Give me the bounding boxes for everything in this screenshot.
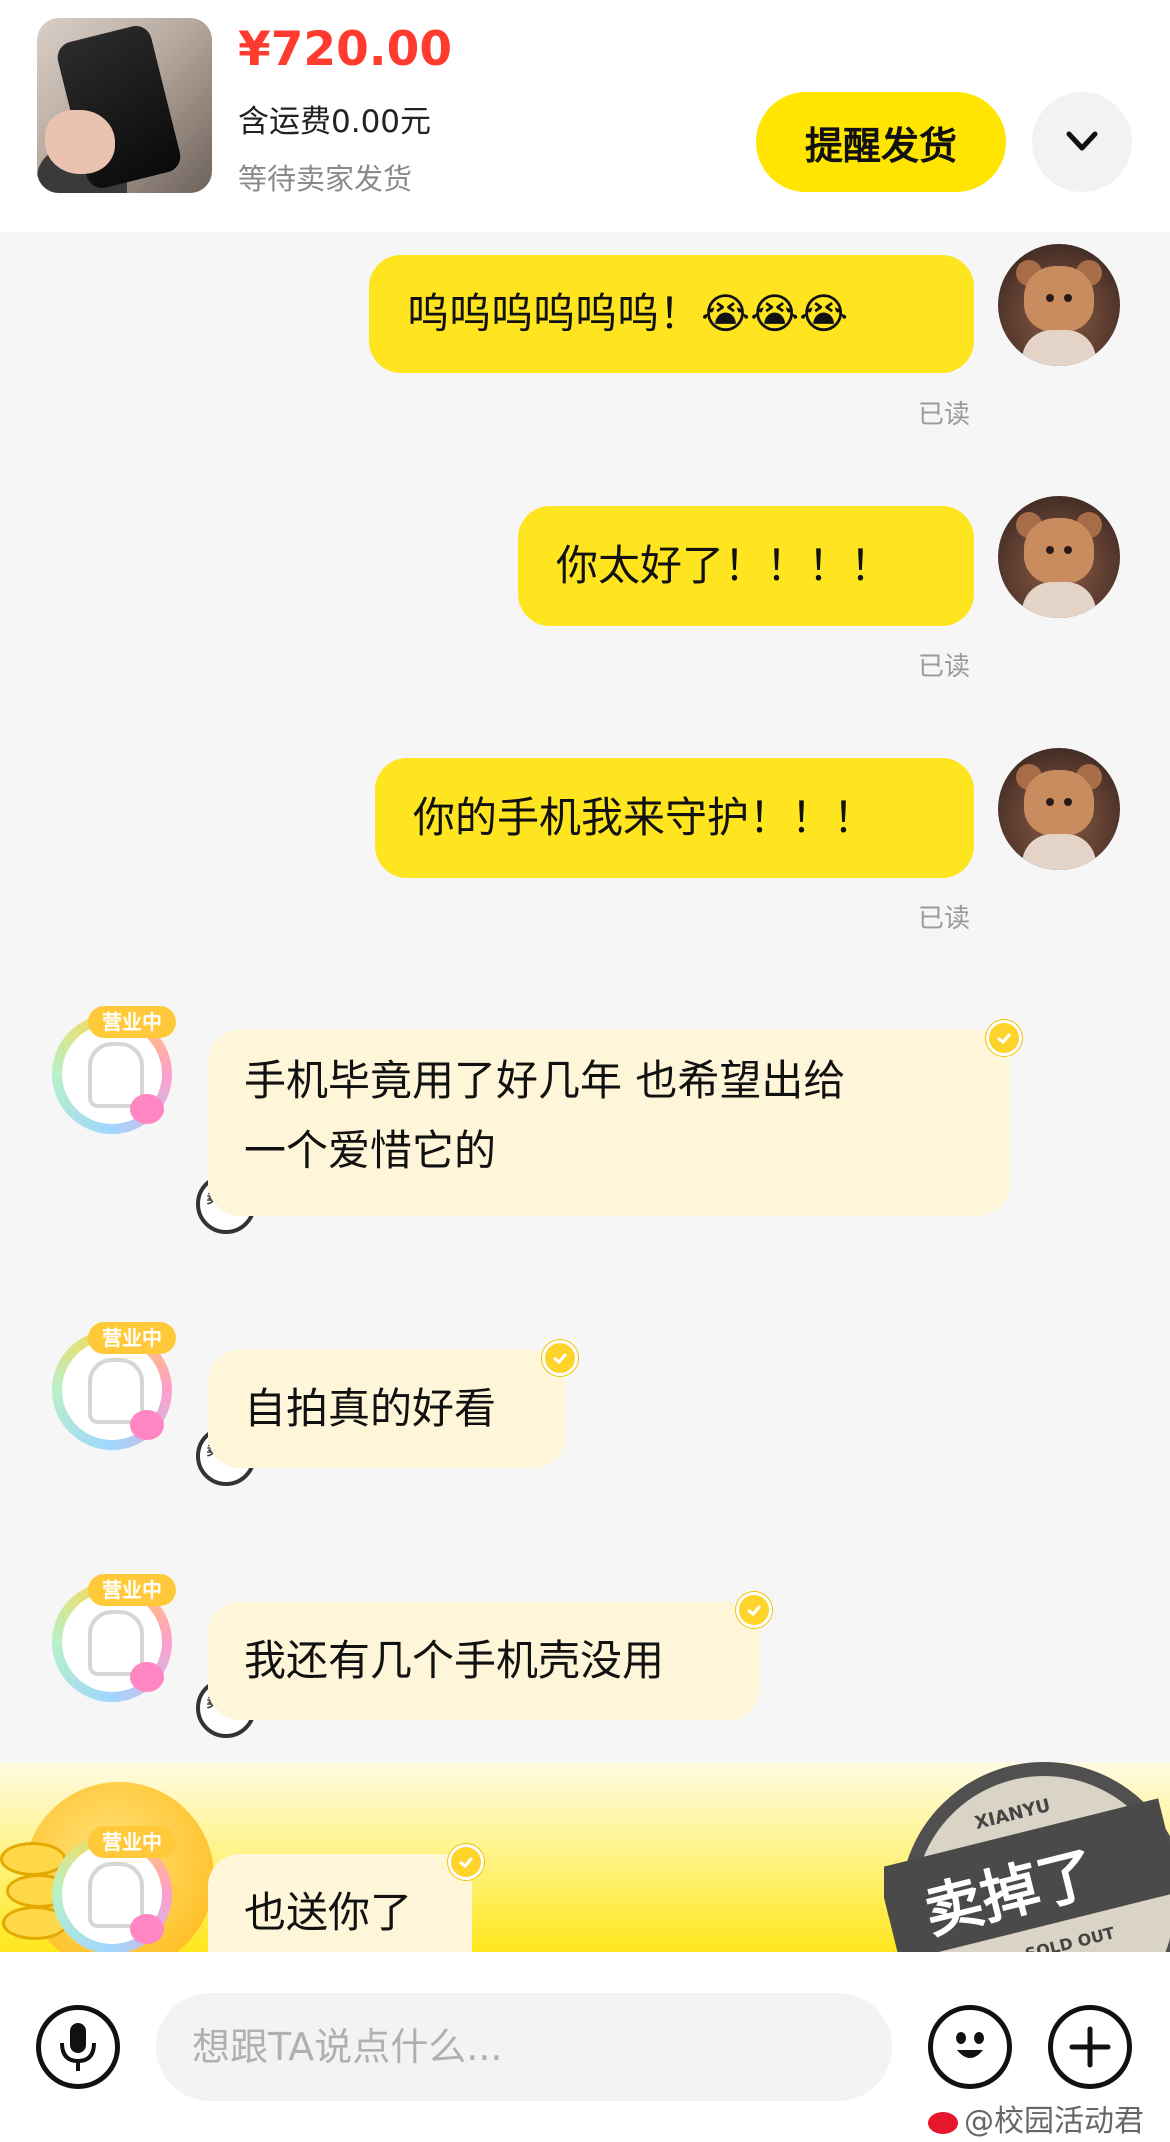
order-summary-bar: ¥720.00 含运费0.00元 等待卖家发货 提醒发货	[0, 0, 1170, 232]
avatar-eye	[1046, 546, 1054, 554]
seller-avatar[interactable]: 营业中	[40, 1826, 190, 1956]
avatar-eye	[1064, 798, 1072, 806]
message-line: 自拍真的好看	[244, 1384, 497, 1433]
my-avatar[interactable]	[998, 496, 1120, 618]
avatar-body	[1022, 330, 1096, 366]
avatar-face	[1024, 770, 1094, 836]
remind-ship-button[interactable]: 提醒发货	[756, 92, 1006, 192]
open-status-badge: 营业中	[88, 1826, 176, 1858]
message-bubble-seller[interactable]: 也送你了	[208, 1854, 472, 1952]
message-bubble-mine[interactable]: 呜呜呜呜呜呜！😭😭😭	[369, 255, 974, 373]
order-price: ¥720.00	[238, 22, 453, 77]
message-line: 我还有几个手机壳没用	[244, 1636, 665, 1685]
seller-avatar[interactable]: 营业中	[40, 1574, 190, 1704]
verified-icon	[736, 1592, 772, 1628]
message-text: 你的手机我来守护！！！	[413, 793, 876, 842]
avatar-eye	[1064, 546, 1072, 554]
verified-icon	[986, 1020, 1022, 1056]
message-text: 你太好了！！！！	[556, 541, 893, 590]
message-bubble-mine[interactable]: 你的手机我来守护！！！	[375, 758, 974, 878]
avatar-eye	[1046, 294, 1054, 302]
avatar-eye	[1064, 294, 1072, 302]
seller-avatar[interactable]: 营业中	[40, 1006, 190, 1136]
microphone-icon	[60, 2023, 96, 2071]
read-receipt: 已读	[918, 904, 971, 934]
product-thumbnail[interactable]	[37, 18, 212, 193]
chevron-down-icon	[1066, 131, 1098, 151]
order-status: 等待卖家发货	[238, 162, 413, 196]
message-bubble-seller[interactable]: 自拍真的好看	[208, 1350, 566, 1468]
emoji-icon	[956, 2032, 984, 2058]
message-bubble-mine[interactable]: 你太好了！！！！	[518, 506, 974, 626]
emoji-button[interactable]	[928, 2005, 1012, 2089]
plus-icon	[1069, 2026, 1111, 2068]
expand-order-button[interactable]	[1032, 92, 1132, 192]
my-avatar[interactable]	[998, 748, 1120, 870]
voice-button[interactable]	[36, 2005, 120, 2089]
message-bubble-seller[interactable]: 我还有几个手机壳没用	[208, 1602, 760, 1720]
watermark: @校园活动君	[928, 2096, 1144, 2140]
message-input[interactable]	[156, 1993, 892, 2101]
open-status-badge: 营业中	[88, 1322, 176, 1354]
message-line: 一个爱惜它的	[244, 1126, 497, 1175]
avatar-body	[1022, 834, 1096, 870]
avatar-decoration	[130, 1094, 164, 1124]
sold-out-stamp: XIANYU 卖掉了 SOLD OUT	[884, 1762, 1170, 1962]
verified-icon	[448, 1844, 484, 1880]
weibo-icon	[928, 2111, 958, 2134]
seller-avatar[interactable]: 营业中	[40, 1322, 190, 1452]
message-bubble-seller[interactable]: 手机毕竟用了好几年 也希望出给 一个爱惜它的	[208, 1030, 1010, 1216]
message-line: 手机毕竟用了好几年 也希望出给	[244, 1056, 846, 1105]
add-button[interactable]	[1048, 2005, 1132, 2089]
watermark-text: @校园活动君	[964, 2104, 1144, 2139]
thumbnail-hand	[45, 110, 115, 174]
avatar-decoration	[130, 1662, 164, 1692]
avatar-body	[1022, 582, 1096, 618]
open-status-badge: 营业中	[88, 1006, 176, 1038]
avatar-face	[1024, 518, 1094, 584]
verified-icon	[542, 1340, 578, 1376]
read-receipt: 已读	[918, 400, 971, 430]
avatar-eye	[1046, 798, 1054, 806]
avatar-face	[1024, 266, 1094, 332]
my-avatar[interactable]	[998, 244, 1120, 366]
avatar-decoration	[130, 1410, 164, 1440]
read-receipt: 已读	[918, 652, 971, 682]
message-text: 呜呜呜呜呜呜！😭😭😭	[407, 289, 849, 338]
order-shipping: 含运费0.00元	[238, 104, 432, 140]
open-status-badge: 营业中	[88, 1574, 176, 1606]
avatar-decoration	[130, 1914, 164, 1944]
